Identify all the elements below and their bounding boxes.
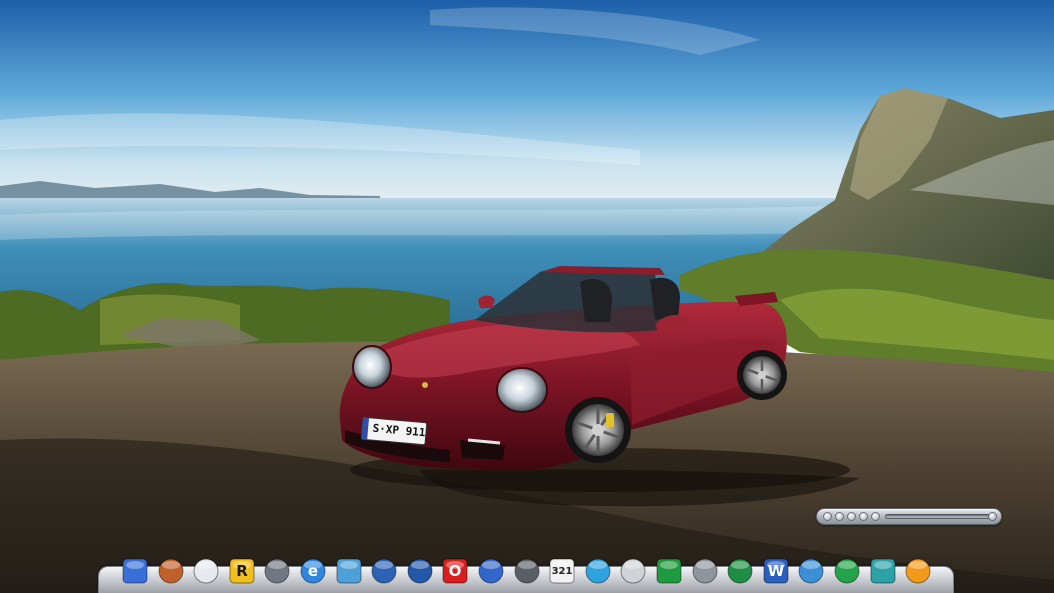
media-player-icon[interactable] [583, 556, 613, 586]
calculator-icon[interactable] [262, 556, 292, 586]
desktop-wallpaper: S·XP 911 [0, 0, 1054, 593]
word-icon[interactable]: W [761, 556, 791, 586]
play-icon[interactable] [847, 512, 856, 521]
document-icon[interactable] [191, 556, 221, 586]
internet-explorer-icon[interactable]: e [298, 556, 328, 586]
forward-icon[interactable] [859, 512, 868, 521]
green-orb-icon[interactable] [832, 556, 862, 586]
calendar-icon[interactable]: 321 [547, 556, 577, 586]
globe-icon[interactable] [405, 556, 435, 586]
camera-icon[interactable] [512, 556, 542, 586]
utilities-icon[interactable] [690, 556, 720, 586]
book-icon[interactable] [369, 556, 399, 586]
volume-slider-knob[interactable] [988, 512, 997, 521]
system-preferences-icon[interactable] [618, 556, 648, 586]
safari-compass-icon[interactable] [796, 556, 826, 586]
previous-icon[interactable] [823, 512, 832, 521]
flower-icon[interactable] [903, 556, 933, 586]
rar-archive-icon[interactable]: R [227, 556, 257, 586]
next-icon[interactable] [871, 512, 880, 521]
dock: Re O 321 W [120, 556, 940, 593]
wallpaper-scene [0, 0, 1054, 593]
pen-tool-icon[interactable] [868, 556, 898, 586]
toolbox-icon[interactable] [156, 556, 186, 586]
opera-icon[interactable]: O [440, 556, 470, 586]
display-settings-icon[interactable] [120, 556, 150, 586]
magnifier-globe-icon[interactable] [334, 556, 364, 586]
earth-icon[interactable] [725, 556, 755, 586]
network-globe-icon[interactable] [654, 556, 684, 586]
rewind-icon[interactable] [835, 512, 844, 521]
volume-slider-track[interactable] [885, 514, 991, 519]
mini-media-player [816, 508, 1002, 525]
floppy-disk-icon[interactable] [476, 556, 506, 586]
